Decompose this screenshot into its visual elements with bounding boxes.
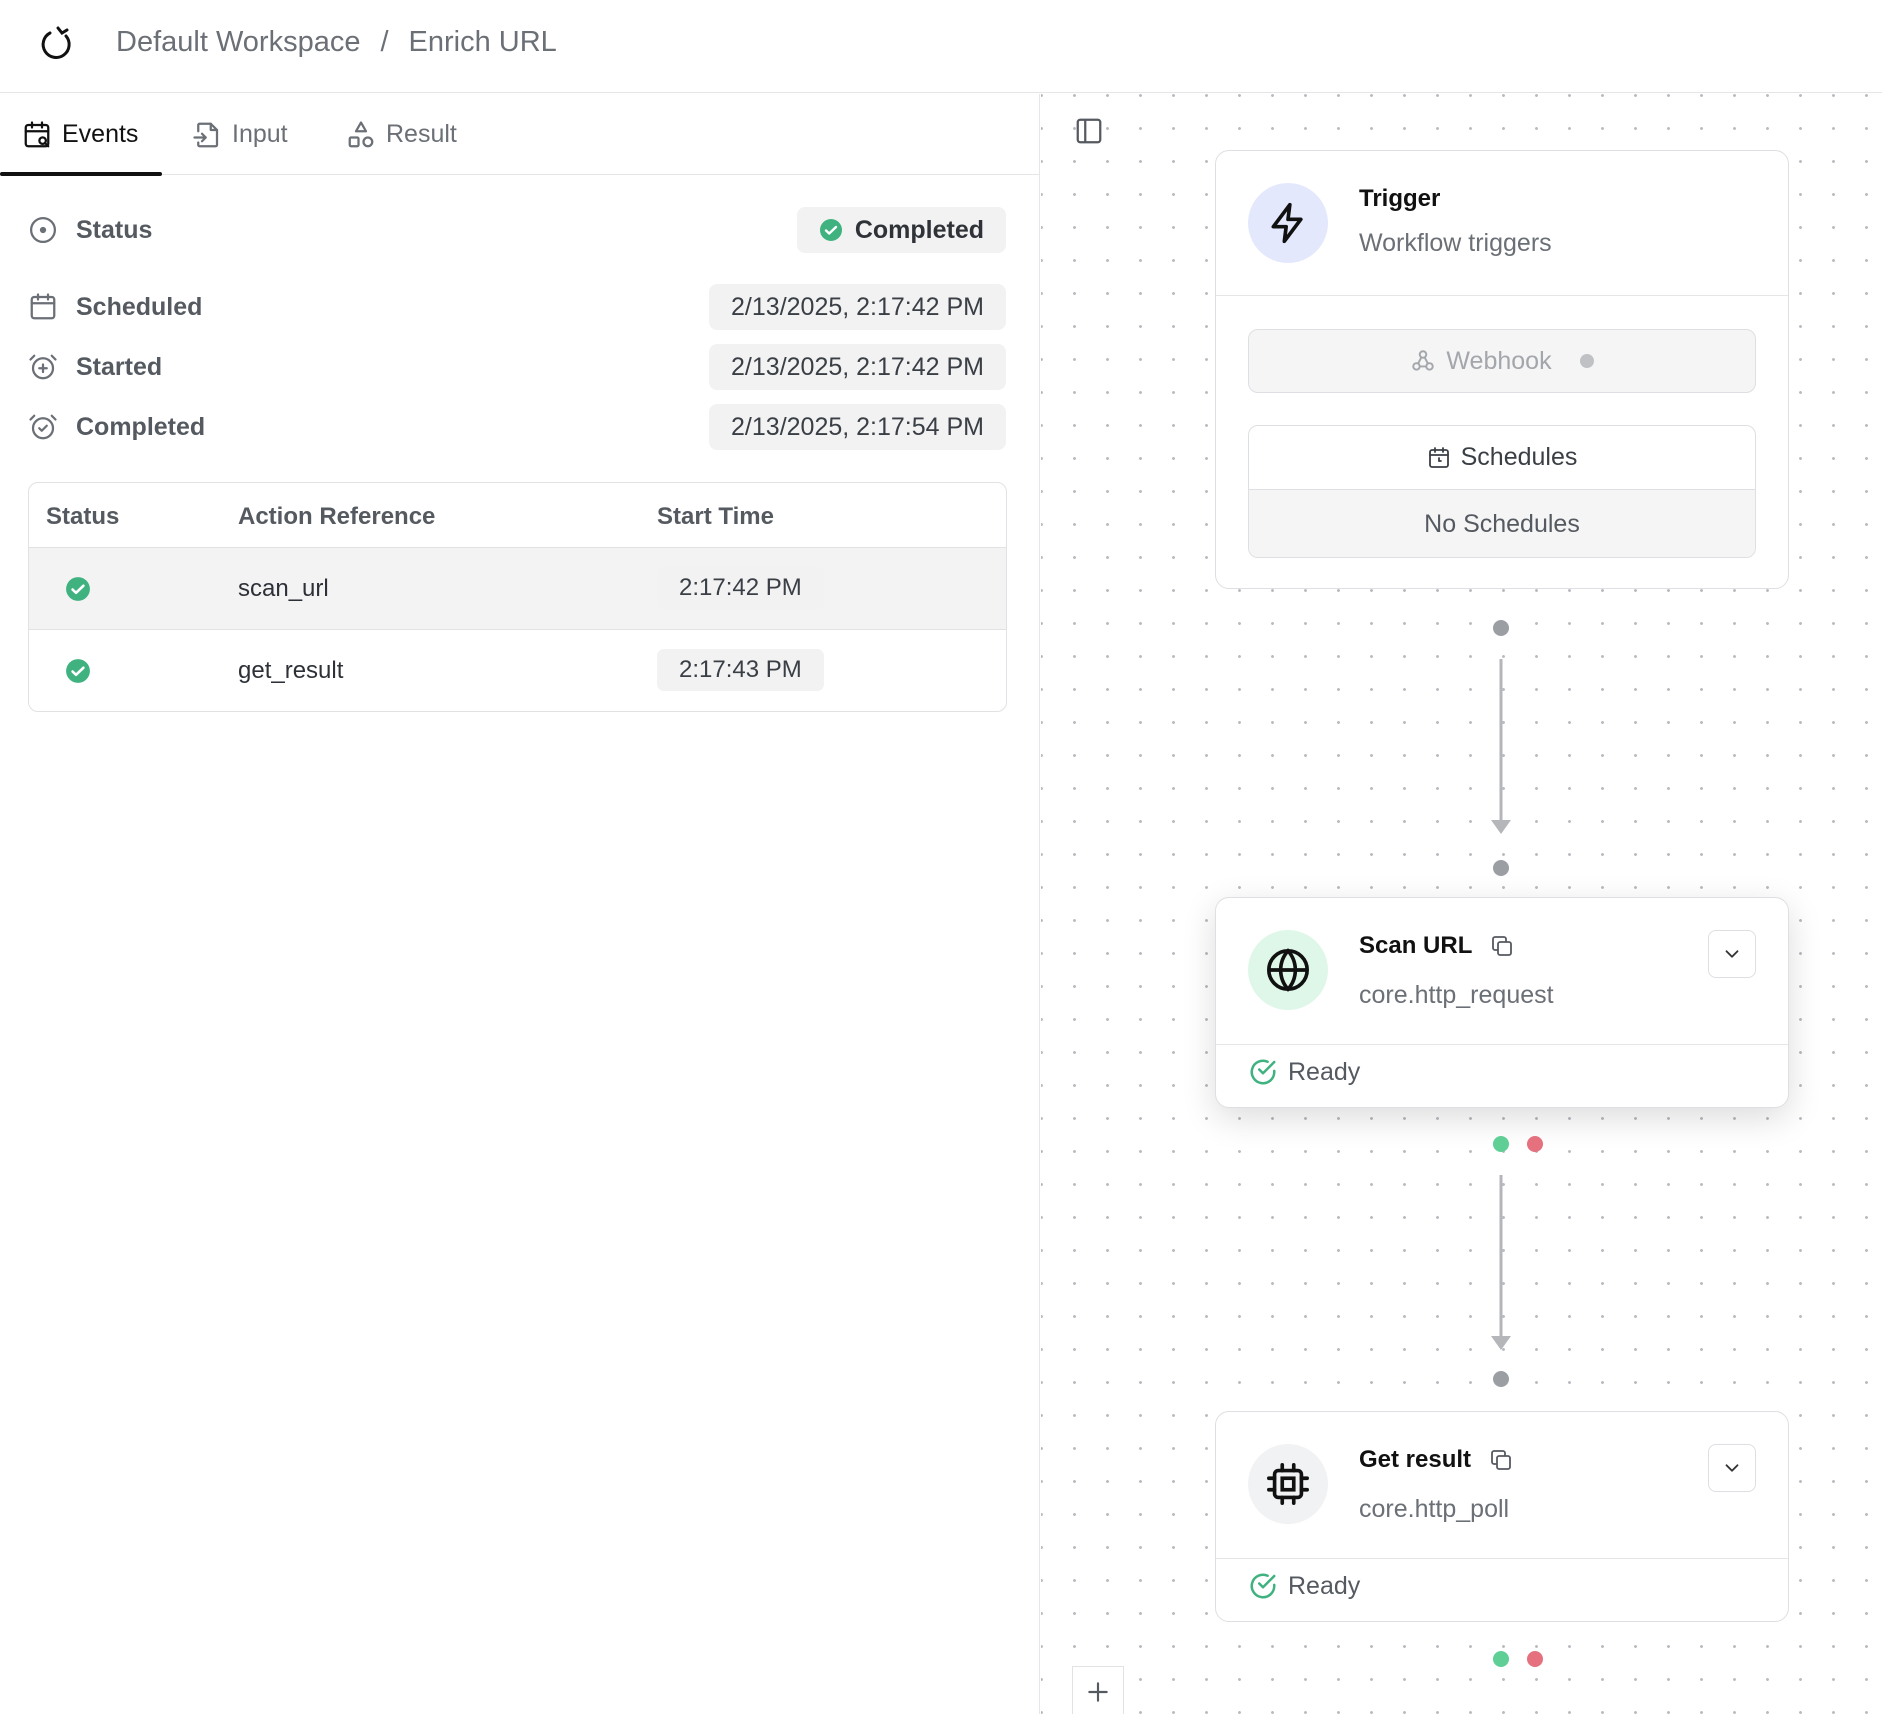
- scan-url-status: Ready: [1248, 1057, 1360, 1087]
- status-circle-icon: [28, 215, 58, 245]
- scan-url-error-handle[interactable]: [1527, 1136, 1543, 1152]
- zoom-in-button[interactable]: [1072, 1666, 1124, 1714]
- expand-button[interactable]: [1708, 930, 1756, 978]
- action-node-scan-url[interactable]: Scan URL core.http_request Ready: [1215, 897, 1789, 1108]
- start-time: 2:17:42 PM: [657, 567, 824, 609]
- scheduled-label: Scheduled: [76, 292, 203, 321]
- trigger-title: Trigger: [1359, 185, 1441, 212]
- status-value: Completed: [854, 215, 984, 244]
- node-divider: [1216, 295, 1788, 296]
- column-start-time[interactable]: Start Time: [657, 503, 774, 531]
- schedules-box: Schedules No Schedules: [1248, 425, 1756, 558]
- breadcrumb: Default Workspace / Enrich URL: [116, 26, 557, 59]
- schedules-header[interactable]: Schedules: [1249, 426, 1755, 490]
- file-input-icon: [192, 120, 222, 150]
- success-check-icon: [65, 576, 91, 602]
- table-row[interactable]: get_result 2:17:43 PM: [29, 631, 1006, 711]
- alarm-check-icon: [28, 412, 58, 442]
- scan-url-success-handle[interactable]: [1493, 1136, 1509, 1152]
- completed-value: 2/13/2025, 2:17:54 PM: [709, 404, 1006, 450]
- status-badge: Completed: [796, 207, 1006, 253]
- alarm-plus-icon: [28, 352, 58, 382]
- node-divider: [1216, 1044, 1788, 1045]
- tab-input-label: Input: [232, 120, 288, 148]
- tab-events[interactable]: Events: [0, 94, 163, 176]
- status-label: Status: [76, 215, 153, 244]
- get-result-title: Get result: [1359, 1446, 1513, 1474]
- tab-result-label: Result: [386, 120, 457, 148]
- tab-bar: Events Input Result: [0, 94, 1040, 176]
- trigger-node[interactable]: Trigger Workflow triggers Webhook Schedu…: [1215, 150, 1789, 589]
- top-bar: Default Workspace / Enrich URL: [0, 0, 1882, 93]
- start-time: 2:17:43 PM: [657, 649, 824, 691]
- webhook-icon: [1410, 348, 1436, 374]
- cpu-icon: [1248, 1444, 1328, 1524]
- tab-events-label: Events: [62, 120, 139, 148]
- action-reference: get_result: [238, 657, 344, 684]
- chevron-down-icon: [1721, 1457, 1743, 1479]
- shapes-icon: [346, 120, 376, 150]
- webhook-status-dot: [1579, 354, 1594, 368]
- started-label: Started: [76, 352, 163, 381]
- get-result-error-handle[interactable]: [1527, 1651, 1543, 1667]
- action-node-get-result[interactable]: Get result core.http_poll Ready: [1215, 1411, 1789, 1622]
- scan-url-title: Scan URL: [1359, 932, 1514, 960]
- scheduled-value: 2/13/2025, 2:17:42 PM: [709, 284, 1006, 330]
- column-action-reference[interactable]: Action Reference: [238, 503, 435, 531]
- node-divider: [1216, 1558, 1788, 1559]
- scan-url-input-handle[interactable]: [1493, 860, 1509, 876]
- calendar-icon: [28, 292, 58, 322]
- check-circle-icon: [819, 218, 843, 242]
- copy-icon[interactable]: [1490, 934, 1514, 958]
- scheduled-row: Scheduled 2/13/2025, 2:17:42 PM: [28, 284, 1006, 330]
- get-result-type: core.http_poll: [1359, 1495, 1510, 1523]
- check-circle-outline-icon: [1248, 1057, 1278, 1087]
- get-result-success-handle[interactable]: [1493, 1651, 1509, 1667]
- chevron-down-icon: [1721, 943, 1743, 965]
- calendar-clock-icon: [1427, 446, 1451, 470]
- workflow-canvas[interactable]: Trigger Workflow triggers Webhook Schedu…: [1041, 94, 1882, 1714]
- column-status[interactable]: Status: [46, 503, 119, 531]
- webhook-button[interactable]: Webhook: [1248, 329, 1756, 393]
- copy-icon[interactable]: [1489, 1448, 1513, 1472]
- get-result-input-handle[interactable]: [1493, 1371, 1509, 1387]
- breadcrumb-workspace[interactable]: Default Workspace: [116, 26, 360, 59]
- lightning-icon: [1248, 183, 1328, 263]
- status-row: Status Completed: [28, 207, 1006, 253]
- table-header: Status Action Reference Start Time: [29, 483, 1006, 548]
- success-check-icon: [65, 658, 91, 684]
- app-logo-icon[interactable]: [36, 24, 76, 64]
- tab-result[interactable]: Result: [346, 94, 457, 175]
- breadcrumb-workflow[interactable]: Enrich URL: [409, 26, 557, 59]
- trigger-subtitle: Workflow triggers: [1359, 229, 1552, 257]
- tab-input[interactable]: Input: [192, 94, 288, 175]
- started-value: 2/13/2025, 2:17:42 PM: [709, 344, 1006, 390]
- events-table: Status Action Reference Start Time scan_…: [28, 482, 1007, 712]
- globe-icon: [1248, 930, 1328, 1010]
- webhook-label: Webhook: [1446, 346, 1552, 375]
- completed-label: Completed: [76, 412, 206, 441]
- breadcrumb-separator: /: [380, 26, 389, 58]
- trigger-output-handle[interactable]: [1493, 620, 1509, 636]
- started-row: Started 2/13/2025, 2:17:42 PM: [28, 344, 1006, 390]
- table-row[interactable]: scan_url 2:17:42 PM: [29, 548, 1006, 630]
- run-details-panel: Events Input Result Status Completed Sch…: [0, 94, 1040, 1714]
- expand-button[interactable]: [1708, 1444, 1756, 1492]
- check-circle-outline-icon: [1248, 1571, 1278, 1601]
- scan-url-type: core.http_request: [1359, 981, 1554, 1009]
- completed-row: Completed 2/13/2025, 2:17:54 PM: [28, 404, 1006, 450]
- plus-icon: [1085, 1679, 1111, 1705]
- get-result-status: Ready: [1248, 1571, 1360, 1601]
- calendar-search-icon: [22, 120, 52, 150]
- no-schedules-text: No Schedules: [1249, 490, 1755, 557]
- schedules-label: Schedules: [1460, 443, 1578, 471]
- action-reference: scan_url: [238, 575, 329, 602]
